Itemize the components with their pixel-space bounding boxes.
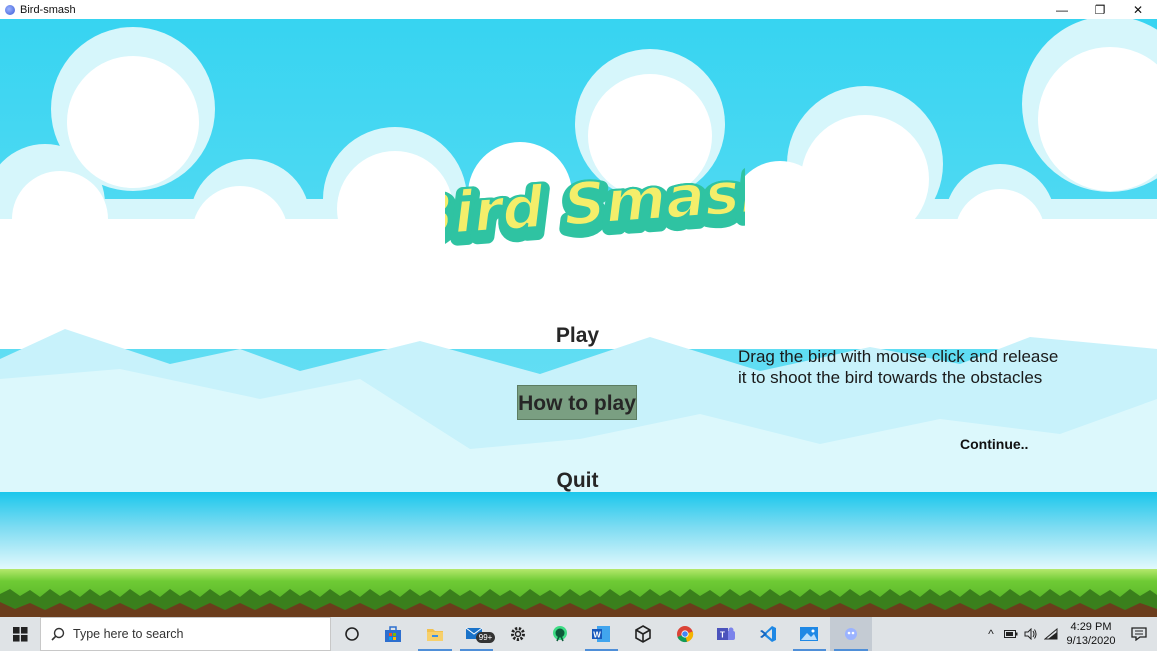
system-tray: ^ 4:29 PM 9/13/2020 xyxy=(981,617,1157,651)
volume-icon[interactable] xyxy=(1021,617,1041,651)
chrome-icon xyxy=(676,626,693,643)
game-background xyxy=(0,19,1157,617)
svg-text:T: T xyxy=(720,631,725,640)
android-studio-icon xyxy=(552,626,567,642)
word-icon: W xyxy=(592,626,611,642)
battery-icon[interactable] xyxy=(1001,617,1021,651)
file-explorer-button[interactable] xyxy=(414,617,456,651)
how-to-play-instructions: Drag the bird with mouse click and relea… xyxy=(738,347,1059,387)
unity-icon xyxy=(635,625,651,643)
window-controls: — ❐ ✕ xyxy=(1043,0,1157,19)
unity-button[interactable] xyxy=(622,617,664,651)
cortana-icon xyxy=(344,627,359,641)
show-hidden-icons-chevron-icon[interactable]: ^ xyxy=(981,617,1001,651)
action-center-button[interactable] xyxy=(1121,617,1157,651)
word-button[interactable]: W xyxy=(581,617,623,651)
teams-button[interactable]: T xyxy=(705,617,747,651)
file-explorer-icon xyxy=(426,629,443,641)
minimize-button[interactable]: — xyxy=(1043,0,1081,19)
bird-smash-logo: Bird Smash Bird Smash xyxy=(445,155,745,263)
android-studio-button[interactable] xyxy=(539,617,581,651)
play-button[interactable]: Play xyxy=(540,321,615,351)
game-canvas[interactable]: Bird Smash Bird Smash Play How to play Q… xyxy=(0,19,1157,617)
app-icon xyxy=(5,4,15,15)
window-title-bar: Bird-smash — ❐ ✕ xyxy=(0,0,1157,19)
bird-smash-app-icon xyxy=(844,628,857,640)
mail-badge: 99+ xyxy=(475,632,496,643)
window-title: Bird-smash xyxy=(20,3,76,16)
search-icon xyxy=(51,627,65,641)
settings-button[interactable] xyxy=(497,617,539,651)
taskbar-search-box[interactable]: Type here to search xyxy=(40,617,331,651)
teams-icon: T xyxy=(717,627,736,640)
vscode-icon xyxy=(759,626,776,642)
network-icon[interactable] xyxy=(1041,617,1061,651)
windows-logo-icon xyxy=(12,626,28,642)
clock-time: 4:29 PM xyxy=(1070,621,1112,633)
restore-button[interactable]: ❐ xyxy=(1081,0,1119,19)
settings-icon xyxy=(511,627,526,641)
store-button[interactable] xyxy=(373,617,415,651)
svg-text:W: W xyxy=(594,631,602,640)
notification-icon xyxy=(1131,627,1147,641)
photos-button[interactable] xyxy=(789,617,831,651)
mail-button[interactable]: 99+ xyxy=(456,617,498,651)
cortana-button[interactable] xyxy=(331,617,373,651)
search-placeholder: Type here to search xyxy=(73,627,184,641)
bird-smash-taskbar-button[interactable] xyxy=(830,617,872,651)
chrome-button[interactable] xyxy=(664,617,706,651)
taskbar-clock[interactable]: 4:29 PM 9/13/2020 xyxy=(1061,620,1121,648)
start-button[interactable] xyxy=(0,617,40,651)
close-button[interactable]: ✕ xyxy=(1119,0,1157,19)
continue-button[interactable]: Continue.. xyxy=(960,434,1045,454)
clock-date: 9/13/2020 xyxy=(1066,635,1116,647)
vscode-button[interactable] xyxy=(747,617,789,651)
how-to-play-button[interactable]: How to play xyxy=(517,385,637,420)
windows-taskbar: Type here to search 99+ W T ^ 4:29 PM 9/… xyxy=(0,617,1157,651)
photos-icon xyxy=(800,627,819,641)
svg-text:Bird Smash: Bird Smash xyxy=(445,156,745,250)
store-icon xyxy=(385,626,402,642)
quit-button[interactable]: Quit xyxy=(540,466,615,496)
